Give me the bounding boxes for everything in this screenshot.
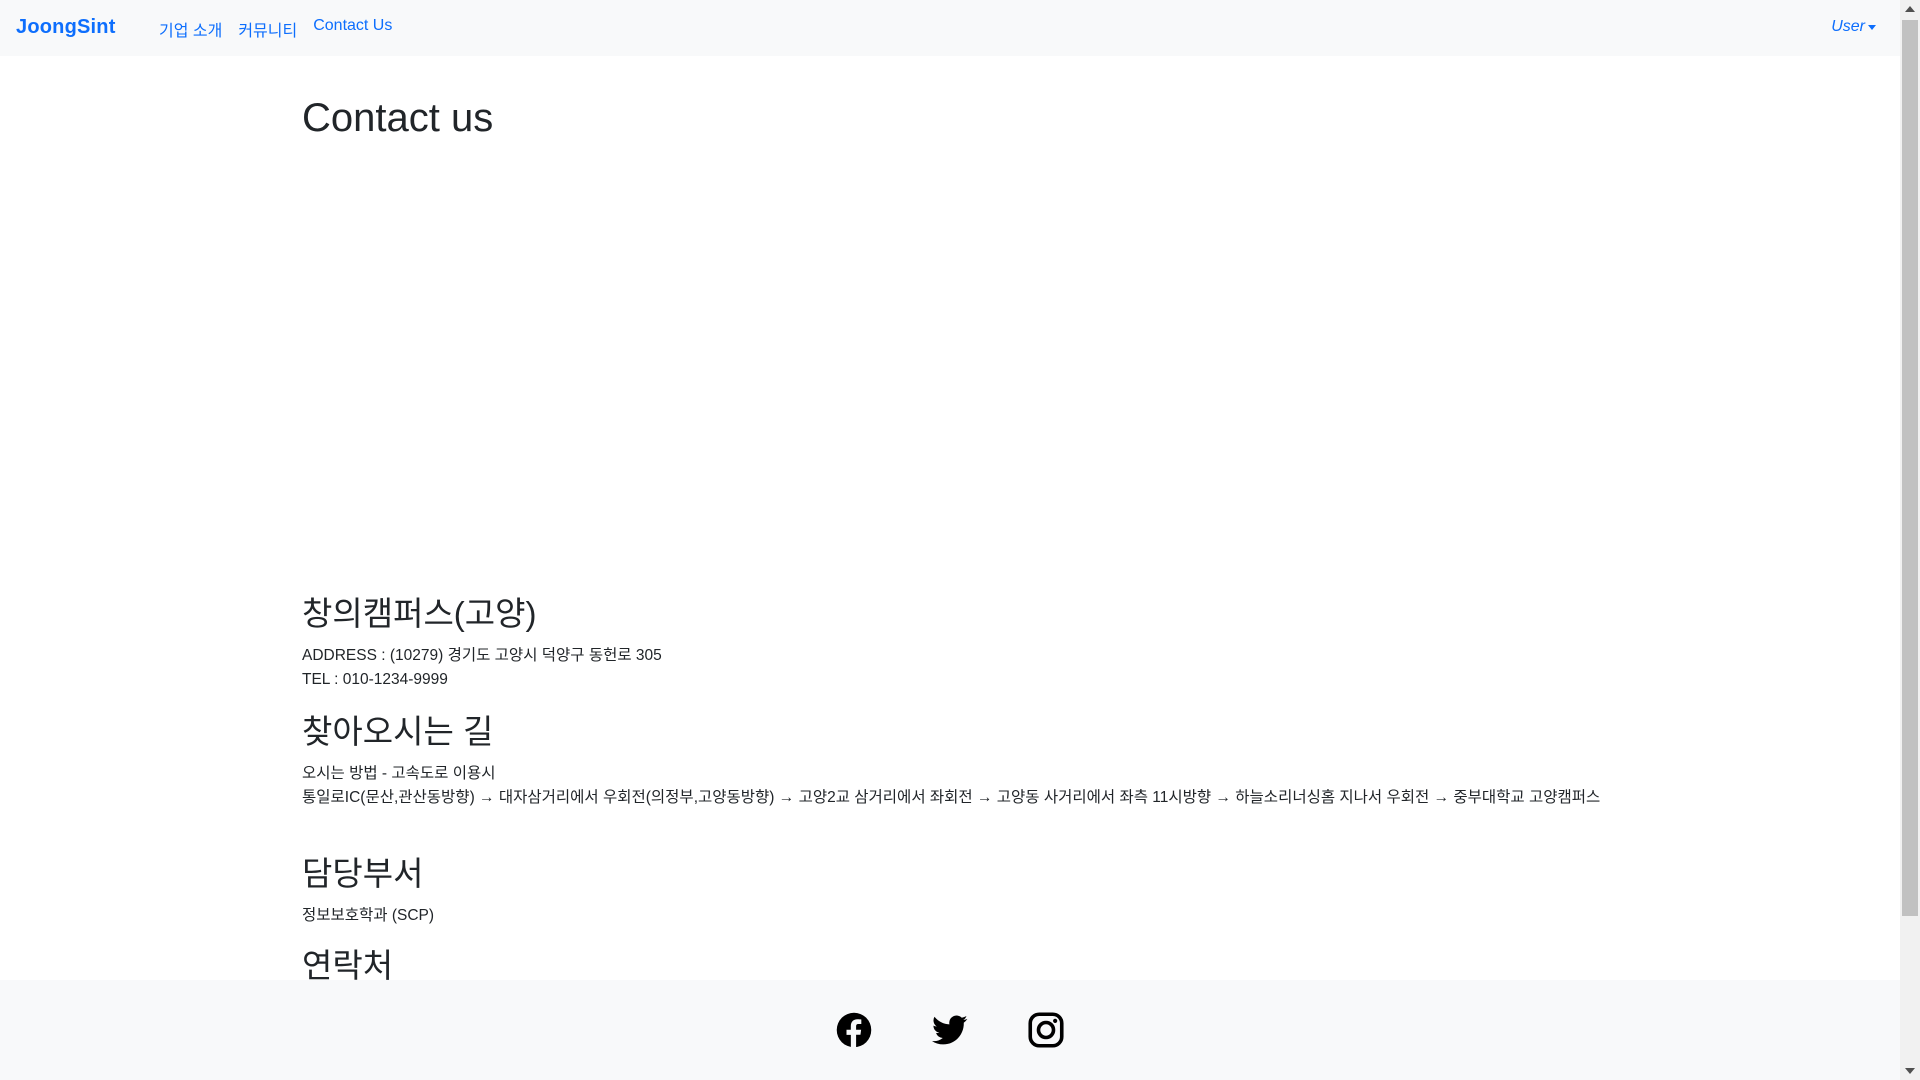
directions-info: 오시는 방법 - 고속도로 이용시 통일로IC(문산,관산동방향) → 대자삼거… <box>302 762 1602 810</box>
directions-heading: 찾아오시는 길 <box>302 713 494 750</box>
campus-info: ADDRESS : (10279) 경기도 고양시 덕양구 동헌로 305 TE… <box>302 644 662 692</box>
directions-method: 오시는 방법 - 고속도로 이용시 <box>302 765 496 782</box>
scroll-down-icon[interactable] <box>1905 1068 1915 1074</box>
map-embed[interactable] <box>302 176 1602 586</box>
user-dropdown[interactable]: User <box>1831 18 1876 36</box>
directions-route: 통일로IC(문산,관산동방향) → 대자삼거리에서 우회전(의정부,고양동방향)… <box>302 789 1601 806</box>
nav-link-community[interactable]: 커뮤니티 <box>238 17 297 41</box>
department-name: 정보보호학과 (SCP) <box>302 907 435 924</box>
nav-links: 기업 소개 커뮤니티 Contact Us <box>159 17 408 41</box>
campus-heading: 창의캠퍼스(고양) <box>302 595 537 632</box>
scrollbar-thumb[interactable] <box>1902 20 1918 916</box>
facebook-icon[interactable] <box>836 1012 872 1048</box>
caret-down-icon <box>1868 25 1876 30</box>
footer <box>0 980 1900 1080</box>
department-heading: 담당부서 <box>302 855 424 892</box>
contact-heading: 연락처 <box>302 947 394 980</box>
address-text: ADDRESS : (10279) 경기도 고양시 덕양구 동헌로 305 <box>302 647 662 664</box>
brand-logo[interactable]: JoongSint <box>16 16 116 39</box>
nav-link-about[interactable]: 기업 소개 <box>159 17 222 41</box>
twitter-icon[interactable] <box>932 1012 968 1048</box>
instagram-icon[interactable] <box>1028 1012 1064 1048</box>
nav-link-contact[interactable]: Contact Us <box>313 17 392 41</box>
user-dropdown-label: User <box>1831 18 1865 35</box>
navbar: JoongSint 기업 소개 커뮤니티 Contact Us User <box>0 0 1900 56</box>
main-content: Contact us 창의캠퍼스(고양) ADDRESS : (10279) 경… <box>302 56 1602 980</box>
scroll-up-icon[interactable] <box>1905 6 1915 12</box>
tel-text: TEL : 010-1234-9999 <box>302 671 448 688</box>
page-scrollbar[interactable] <box>1900 0 1920 1080</box>
page-title: Contact us <box>302 96 494 140</box>
